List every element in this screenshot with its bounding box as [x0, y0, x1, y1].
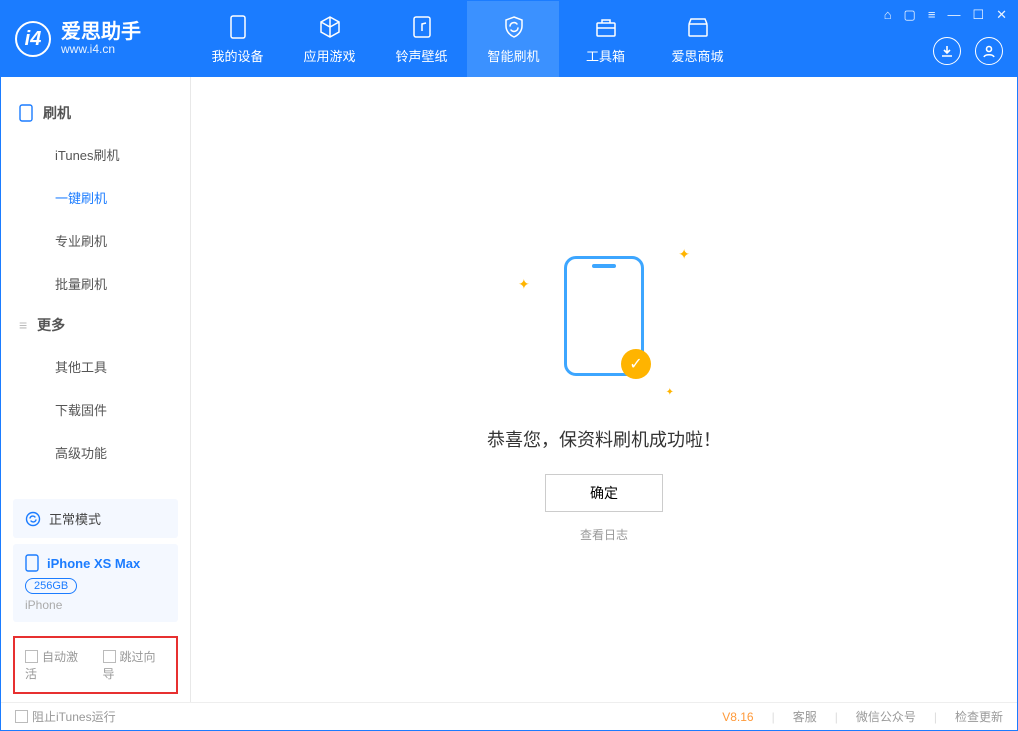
app-body: 刷机 iTunes刷机 一键刷机 专业刷机 批量刷机 ≡ 更多 其他工具 下载固… — [1, 77, 1017, 702]
success-message: 恭喜您，保资料刷机成功啦！ — [487, 426, 721, 452]
nav-apps[interactable]: 应用游戏 — [283, 1, 375, 77]
device-capacity: 256GB — [25, 578, 77, 594]
cube-icon — [317, 14, 343, 40]
skip-guide-checkbox[interactable]: 跳过向导 — [103, 648, 167, 682]
app-header: i4 爱思助手 www.i4.cn 我的设备 应用游戏 铃声壁纸 智能刷机 工具… — [1, 1, 1017, 77]
music-file-icon — [409, 14, 435, 40]
mode-label: 正常模式 — [49, 509, 101, 528]
logo-icon: i4 — [15, 21, 51, 57]
device-info[interactable]: iPhone XS Max 256GB iPhone — [13, 544, 178, 622]
nav-label: 我的设备 — [211, 46, 263, 65]
sidebar-item-oneclick-flash[interactable]: 一键刷机 — [1, 176, 190, 219]
auto-activate-checkbox[interactable]: 自动激活 — [25, 648, 89, 682]
sidebar-item-download-fw[interactable]: 下载固件 — [1, 388, 190, 431]
menu-icon[interactable]: ≡ — [928, 7, 936, 23]
flash-options-highlighted: 自动激活 跳过向导 — [13, 636, 178, 694]
sidebar-item-itunes-flash[interactable]: iTunes刷机 — [1, 133, 190, 176]
device-type: iPhone — [25, 598, 166, 612]
nav-ringtones[interactable]: 铃声壁纸 — [375, 1, 467, 77]
header-actions — [933, 37, 1003, 65]
shield-refresh-icon — [501, 14, 527, 40]
logo[interactable]: i4 爱思助手 www.i4.cn — [1, 1, 191, 77]
nav-label: 铃声壁纸 — [395, 46, 447, 65]
group-title: 更多 — [37, 315, 65, 335]
window-controls: ⌂ ▢ ≡ — ☐ ✕ — [884, 7, 1007, 23]
main-content: ✦ ✦ ✦ ✓ 恭喜您，保资料刷机成功啦！ 确定 查看日志 — [191, 77, 1017, 702]
user-icon[interactable] — [975, 37, 1003, 65]
sidebar-group-more: ≡ 更多 — [1, 305, 190, 345]
tshirt-icon[interactable]: ⌂ — [884, 7, 892, 23]
success-illustration: ✦ ✦ ✦ ✓ — [524, 236, 684, 396]
close-button[interactable]: ✕ — [996, 7, 1007, 23]
sync-icon — [25, 511, 41, 527]
mode-indicator[interactable]: 正常模式 — [13, 499, 178, 538]
version-label: V8.16 — [722, 710, 753, 724]
sidebar-item-other-tools[interactable]: 其他工具 — [1, 345, 190, 388]
device-icon — [225, 14, 251, 40]
group-title: 刷机 — [43, 103, 71, 123]
nav-store[interactable]: 爱思商城 — [651, 1, 743, 77]
logo-text: 爱思助手 www.i4.cn — [61, 21, 141, 56]
toolbox-icon — [593, 14, 619, 40]
store-icon — [685, 14, 711, 40]
nav-label: 爱思商城 — [671, 46, 723, 65]
device-name: iPhone XS Max — [47, 556, 140, 571]
nav-toolbox[interactable]: 工具箱 — [559, 1, 651, 77]
sidebar-group-flash: 刷机 — [1, 93, 190, 133]
check-update-link[interactable]: 检查更新 — [955, 708, 1003, 725]
phone-icon — [19, 104, 33, 122]
nav-label: 工具箱 — [586, 46, 625, 65]
block-itunes-checkbox[interactable]: 阻止iTunes运行 — [15, 708, 116, 725]
main-nav: 我的设备 应用游戏 铃声壁纸 智能刷机 工具箱 爱思商城 — [191, 1, 743, 77]
sidebar-item-advanced[interactable]: 高级功能 — [1, 431, 190, 474]
list-icon: ≡ — [19, 317, 27, 333]
minimize-button[interactable]: — — [947, 7, 960, 23]
app-url: www.i4.cn — [61, 43, 141, 56]
check-badge-icon: ✓ — [621, 349, 651, 379]
wechat-link[interactable]: 微信公众号 — [856, 708, 916, 725]
download-icon[interactable] — [933, 37, 961, 65]
ok-button[interactable]: 确定 — [545, 474, 663, 512]
support-link[interactable]: 客服 — [793, 708, 817, 725]
sidebar-item-pro-flash[interactable]: 专业刷机 — [1, 219, 190, 262]
sidebar: 刷机 iTunes刷机 一键刷机 专业刷机 批量刷机 ≡ 更多 其他工具 下载固… — [1, 77, 191, 702]
nav-flash[interactable]: 智能刷机 — [467, 1, 559, 77]
app-name: 爱思助手 — [61, 21, 141, 43]
phone-icon — [25, 554, 39, 572]
sidebar-item-batch-flash[interactable]: 批量刷机 — [1, 262, 190, 305]
view-log-link[interactable]: 查看日志 — [580, 526, 628, 543]
maximize-button[interactable]: ☐ — [972, 7, 984, 23]
nav-my-device[interactable]: 我的设备 — [191, 1, 283, 77]
phone-success-icon: ✓ — [564, 256, 644, 376]
lock-icon[interactable]: ▢ — [904, 7, 916, 23]
nav-label: 应用游戏 — [303, 46, 355, 65]
nav-label: 智能刷机 — [487, 46, 539, 65]
status-bar: 阻止iTunes运行 V8.16 | 客服 | 微信公众号 | 检查更新 — [1, 702, 1017, 730]
